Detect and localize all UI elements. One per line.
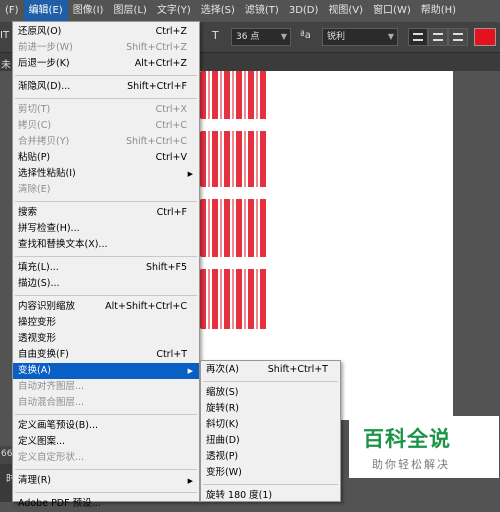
transform-submenu: 再次(A) Shift+Ctrl+T 缩放(S) 旋转(R) 斜切(K) 扭曲(D…	[200, 360, 341, 502]
menu-item-spell-check[interactable]: 拼写检查(H)...	[13, 221, 199, 237]
align-left-button[interactable]	[408, 28, 428, 46]
menu-separator	[15, 492, 197, 493]
menu-item-define-brush[interactable]: 定义画笔预设(B)...	[13, 418, 199, 434]
menu-item-paste-special[interactable]: 选择性粘贴(I) ▶	[13, 166, 199, 182]
menu-item-find-replace[interactable]: 查找和替换文本(X)...	[13, 237, 199, 253]
menu-item-fade[interactable]: 渐隐风(D)... Shift+Ctrl+F	[13, 79, 199, 95]
menu-item-search[interactable]: 搜索 Ctrl+F	[13, 205, 199, 221]
menu-separator	[15, 201, 197, 202]
menu-edit[interactable]: 编辑(E)	[23, 0, 68, 22]
menu-type[interactable]: 文字(Y)	[152, 0, 196, 22]
menu-separator	[15, 295, 197, 296]
menu-item-purge[interactable]: 清理(R) ▶	[13, 473, 199, 489]
menu-item-content-aware-scale[interactable]: 内容识别缩放 Alt+Shift+Ctrl+C	[13, 299, 199, 315]
document-tab[interactable]: 未	[1, 56, 11, 71]
menu-item-rotate[interactable]: 旋转(R)	[201, 401, 340, 417]
watermark-subtitle: 助你轻松解决	[372, 458, 450, 471]
text-orientation-icon[interactable]: IT	[0, 30, 9, 41]
chevron-down-icon: ▼	[280, 32, 287, 41]
menu-item-fill[interactable]: 填充(L)... Shift+F5	[13, 260, 199, 276]
menu-item-scale[interactable]: 缩放(S)	[201, 385, 340, 401]
menu-separator	[15, 75, 197, 76]
menu-item-paste[interactable]: 粘贴(P) Ctrl+V	[13, 150, 199, 166]
menu-item-undo[interactable]: 还原风(O) Ctrl+Z	[13, 24, 199, 40]
menu-view[interactable]: 视图(V)	[323, 0, 368, 22]
menu-item-stroke[interactable]: 描边(S)...	[13, 276, 199, 292]
watermark-badge: 百科全说 助你轻松解决	[349, 416, 499, 478]
menu-item-clear[interactable]: 清除(E)	[13, 182, 199, 198]
menu-item-skew[interactable]: 斜切(K)	[201, 417, 340, 433]
menu-item-copy[interactable]: 拷贝(C) Ctrl+C	[13, 118, 199, 134]
menu-separator	[15, 414, 197, 415]
menu-item-perspective-warp[interactable]: 透视变形	[13, 331, 199, 347]
font-size-value: 36 点	[236, 32, 260, 42]
menu-item-distort[interactable]: 扭曲(D)	[201, 433, 340, 449]
menu-3d[interactable]: 3D(D)	[284, 0, 324, 22]
submenu-arrow-icon: ▶	[187, 367, 193, 375]
font-size-select[interactable]: 36 点 ▼	[231, 28, 291, 46]
submenu-arrow-icon: ▶	[187, 170, 193, 178]
font-size-icon: T	[212, 29, 219, 42]
align-right-icon	[453, 33, 463, 41]
menu-filter[interactable]: 滤镜(T)	[240, 0, 284, 22]
menu-item-warp[interactable]: 变形(W)	[201, 465, 340, 481]
wind-text-glyph	[200, 131, 268, 187]
menu-item-step-forward[interactable]: 前进一步(W) Shift+Ctrl+Z	[13, 40, 199, 56]
antialias-value: 锐利	[327, 32, 346, 42]
menu-item-define-pattern[interactable]: 定义图案...	[13, 434, 199, 450]
menu-separator	[203, 484, 338, 485]
menu-item-transform[interactable]: 变换(A) ▶	[13, 363, 199, 379]
menu-image[interactable]: 图像(I)	[68, 0, 109, 22]
edit-menu: 还原风(O) Ctrl+Z 前进一步(W) Shift+Ctrl+Z 后退一步(K)…	[12, 21, 200, 509]
menu-separator	[15, 98, 197, 99]
wind-text-glyph	[200, 269, 268, 329]
antialias-select[interactable]: 锐利 ▼	[322, 28, 398, 46]
menu-window[interactable]: 窗口(W)	[368, 0, 416, 22]
menu-item-copy-merged[interactable]: 合并拷贝(Y) Shift+Ctrl+C	[13, 134, 199, 150]
chevron-down-icon: ▼	[387, 32, 394, 41]
menu-item-cut[interactable]: 剪切(T) Ctrl+X	[13, 102, 199, 118]
menu-file[interactable]: (F)	[0, 0, 24, 22]
menu-layer[interactable]: 图层(L)	[108, 0, 151, 22]
menu-item-free-transform[interactable]: 自由变换(F) Ctrl+T	[13, 347, 199, 363]
antialias-icon: ªa	[300, 30, 311, 41]
text-color-swatch[interactable]	[474, 28, 496, 46]
menu-item-perspective[interactable]: 透视(P)	[201, 449, 340, 465]
menu-item-auto-blend-layers[interactable]: 自动混合图层...	[13, 395, 199, 411]
menu-item-define-custom-shape[interactable]: 定义自定形状...	[13, 450, 199, 466]
menu-item-auto-align-layers[interactable]: 自动对齐图层...	[13, 379, 199, 395]
menu-item-again[interactable]: 再次(A) Shift+Ctrl+T	[201, 362, 340, 378]
menu-item-puppet-warp[interactable]: 操控变形	[13, 315, 199, 331]
menu-item-adobe-pdf-presets[interactable]: Adobe PDF 预设...	[13, 496, 199, 512]
menu-separator	[15, 469, 197, 470]
align-center-icon	[433, 33, 443, 41]
submenu-arrow-icon: ▶	[187, 477, 193, 485]
menu-separator	[203, 381, 338, 382]
watermark-title: 百科全说	[363, 427, 451, 451]
align-right-button[interactable]	[448, 28, 468, 46]
menu-item-step-backward[interactable]: 后退一步(K) Alt+Ctrl+Z	[13, 56, 199, 72]
menu-select[interactable]: 选择(S)	[196, 0, 240, 22]
wind-text-glyph	[200, 71, 268, 119]
wind-text-glyph	[200, 199, 268, 257]
menu-bar: (F) 编辑(E) 图像(I) 图层(L) 文字(Y) 选择(S) 滤镜(T) …	[0, 0, 500, 22]
menu-separator	[15, 256, 197, 257]
menu-help[interactable]: 帮助(H)	[416, 0, 461, 22]
align-center-button[interactable]	[428, 28, 448, 46]
align-left-icon	[413, 33, 423, 41]
